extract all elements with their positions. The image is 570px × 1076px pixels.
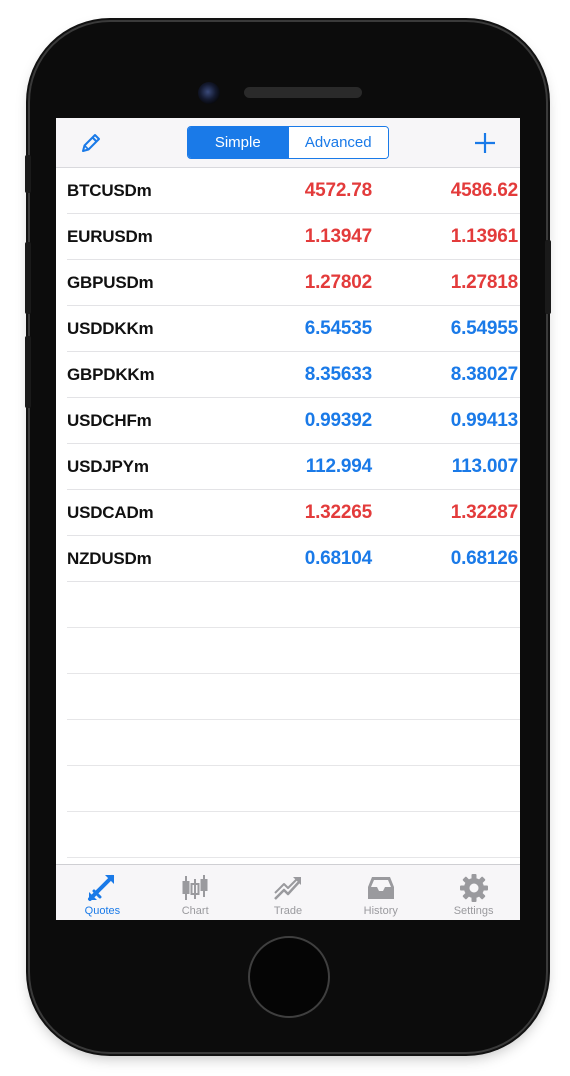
app-screen: Simple Advanced BTCUSDm 4572.78 4586.62 … (56, 118, 520, 920)
quotes-arrows-icon (88, 875, 115, 901)
quotes-list: BTCUSDm 4572.78 4586.62 EURUSDm 1.13947 … (56, 168, 520, 858)
quote-bid: 4572.78 (304, 180, 372, 201)
tab-trade[interactable]: Trade (242, 865, 335, 920)
volume-up-button (25, 242, 31, 314)
mute-switch (25, 155, 31, 193)
tab-settings-label: Settings (453, 905, 494, 917)
segment-advanced[interactable]: Advanced (287, 127, 388, 158)
empty-row (67, 766, 520, 812)
tab-chart-label: Chart (181, 905, 209, 917)
quote-symbol: EURUSDm (67, 227, 153, 246)
empty-row (67, 720, 520, 766)
quote-row[interactable]: NZDUSDm 0.68104 0.68126 (67, 536, 520, 582)
quote-bid: 1.32265 (304, 502, 372, 523)
quote-symbol: USDCHFm (67, 411, 152, 430)
quote-row[interactable]: EURUSDm 1.13947 1.13961 (67, 214, 520, 260)
quote-row[interactable]: GBPUSDm 1.27802 1.27818 (67, 260, 520, 306)
earpiece-speaker (244, 87, 362, 98)
front-camera (198, 82, 220, 104)
tab-settings[interactable]: Settings (427, 865, 520, 920)
quote-symbol: NZDUSDm (67, 549, 152, 568)
quote-symbol: GBPDKKm (67, 365, 155, 384)
quote-ask: 1.32287 (450, 502, 518, 523)
quote-ask: 1.13961 (450, 226, 518, 247)
quote-symbol: BTCUSDm (67, 181, 152, 200)
quote-bid: 112.994 (305, 456, 372, 477)
candlestick-chart-icon (182, 875, 208, 900)
plus-icon[interactable] (472, 130, 498, 156)
quote-symbol: USDDKKm (67, 319, 154, 338)
empty-row (67, 674, 520, 720)
tab-history[interactable]: History (334, 865, 427, 920)
gear-icon (459, 874, 488, 902)
trade-trend-icon (274, 877, 301, 900)
tab-bar: Quotes Chart Trade History Settings (56, 864, 520, 920)
quote-row[interactable]: USDJPYm 112.994 113.007 (67, 444, 520, 490)
quote-row[interactable]: USDDKKm 6.54535 6.54955 (67, 306, 520, 352)
empty-row (67, 582, 520, 628)
quote-row[interactable]: GBPDKKm 8.35633 8.38027 (67, 352, 520, 398)
segment-simple[interactable]: Simple (188, 127, 288, 158)
quote-bid: 1.13947 (304, 226, 372, 247)
quote-bid: 0.99392 (304, 410, 372, 431)
volume-down-button (25, 336, 31, 408)
quote-row[interactable]: USDCHFm 0.99392 0.99413 (67, 398, 520, 444)
tab-quotes[interactable]: Quotes (56, 865, 149, 920)
tab-chart[interactable]: Chart (149, 865, 242, 920)
quote-bid: 0.68104 (304, 548, 372, 569)
quote-ask: 0.68126 (450, 548, 518, 569)
quote-ask: 113.007 (451, 456, 518, 477)
tab-history-label: History (363, 905, 398, 917)
quote-ask: 6.54955 (450, 318, 518, 339)
quote-bid: 8.35633 (304, 364, 372, 385)
inbox-tray-icon (367, 877, 394, 899)
quote-symbol: USDJPYm (67, 457, 149, 476)
quote-ask: 8.38027 (450, 364, 518, 385)
quote-row[interactable]: BTCUSDm 4572.78 4586.62 (67, 168, 520, 214)
quote-symbol: GBPUSDm (67, 273, 154, 292)
view-mode-segmented-control: Simple Advanced (187, 126, 389, 159)
quote-symbol: USDCADm (67, 503, 154, 522)
quote-ask: 4586.62 (450, 180, 518, 201)
quote-ask: 0.99413 (450, 410, 518, 431)
pencil-icon[interactable] (78, 130, 104, 156)
quote-bid: 1.27802 (304, 272, 372, 293)
navigation-bar: Simple Advanced (56, 118, 520, 168)
empty-row (67, 812, 520, 858)
quote-bid: 6.54535 (304, 318, 372, 339)
quote-ask: 1.27818 (450, 272, 518, 293)
tab-trade-label: Trade (273, 905, 303, 917)
empty-row (67, 628, 520, 674)
home-button[interactable] (248, 936, 330, 1018)
power-button (545, 240, 551, 314)
quote-row[interactable]: USDCADm 1.32265 1.32287 (67, 490, 520, 536)
tab-quotes-label: Quotes (84, 905, 121, 917)
